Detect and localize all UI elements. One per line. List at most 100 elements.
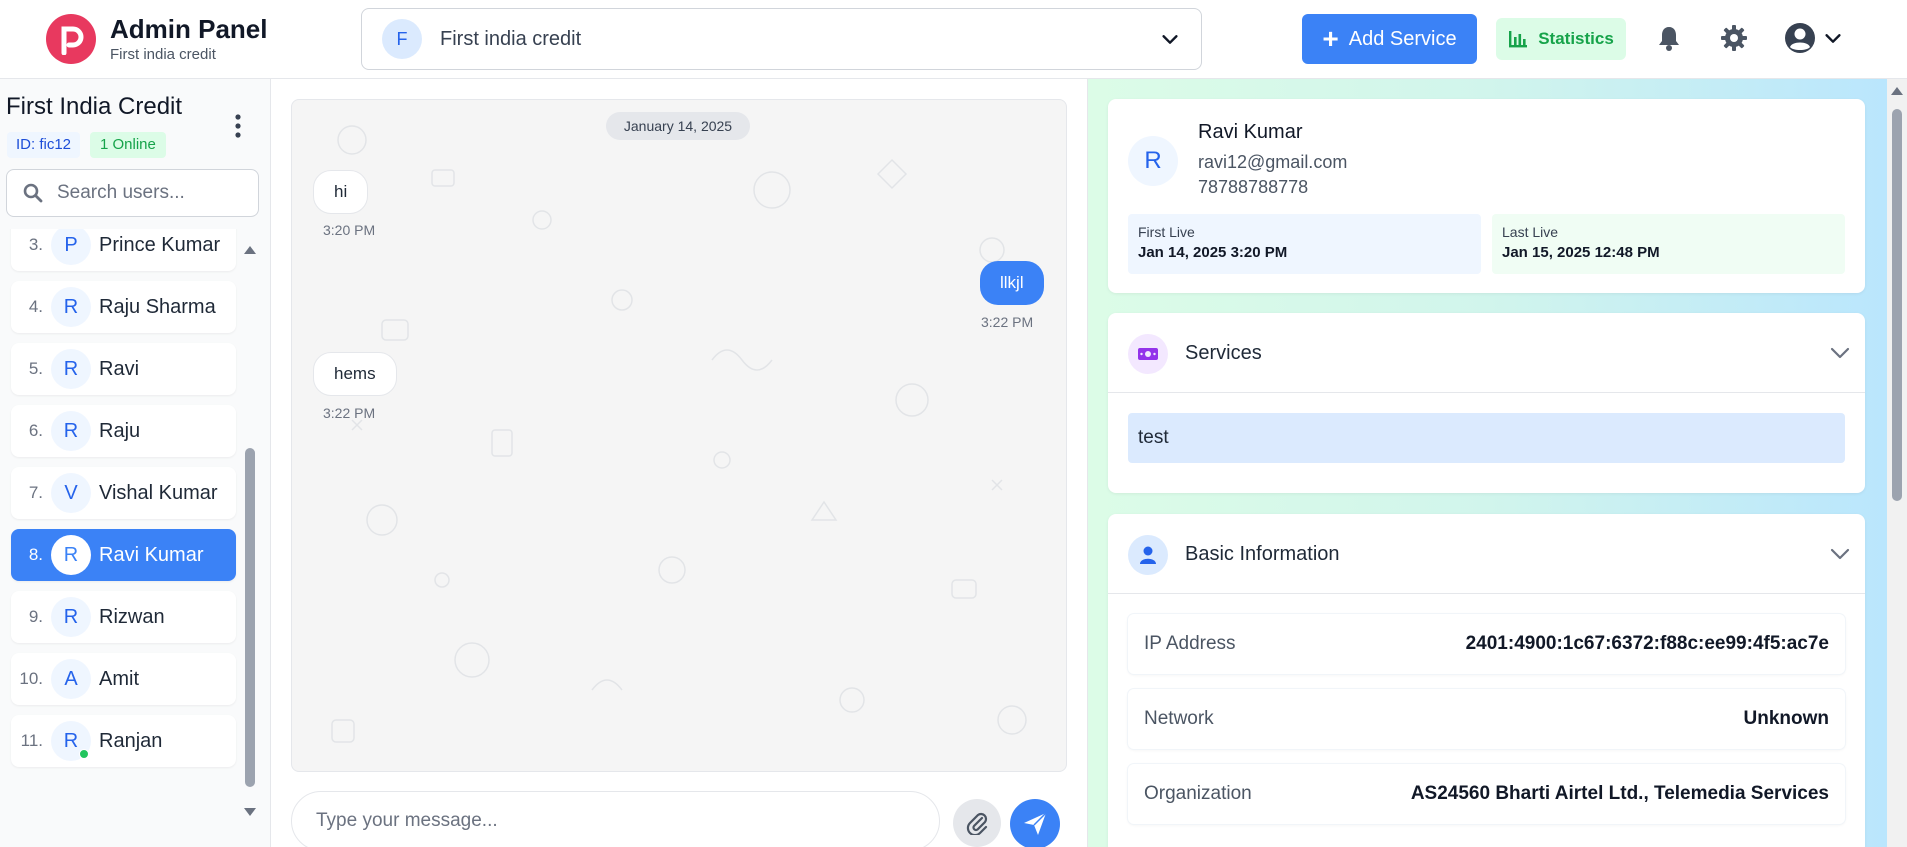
online-count-badge: 1 Online xyxy=(90,132,166,158)
chat-panel: January 14, 2025 hi 3:20 PM llkjl 3:22 P… xyxy=(272,79,1086,847)
scrollbar-thumb[interactable] xyxy=(245,448,255,787)
send-icon xyxy=(1024,812,1047,835)
user-number: 9. xyxy=(28,607,43,626)
send-button[interactable] xyxy=(1010,799,1060,847)
message-composer xyxy=(291,791,1067,847)
chat-messages-area: January 14, 2025 hi 3:20 PM llkjl 3:22 P… xyxy=(291,99,1067,772)
user-name: Raju Sharma xyxy=(99,295,216,318)
info-label: Network xyxy=(1144,708,1214,729)
online-status-dot xyxy=(79,749,89,759)
info-value: 2401:4900:1c67:6372:f88c:ee99:4f5:ac7e xyxy=(1465,633,1829,654)
scroll-down-arrow-icon[interactable] xyxy=(244,808,256,816)
company-id-badge: ID: fic12 xyxy=(7,132,81,158)
user-circle-icon xyxy=(1785,23,1815,53)
add-service-button[interactable]: + Add Service xyxy=(1302,14,1477,64)
user-avatar: R xyxy=(51,535,91,575)
services-section: Services test xyxy=(1108,313,1865,493)
user-number: 5. xyxy=(28,359,43,378)
user-icon xyxy=(1128,535,1168,575)
search-icon xyxy=(23,183,43,203)
user-list-item[interactable]: 4. R Raju Sharma xyxy=(11,281,236,333)
top-header: Admin Panel First india credit F First i… xyxy=(0,0,1907,79)
user-number: 7. xyxy=(28,483,43,502)
user-avatar-letter: R xyxy=(63,729,79,752)
info-row-organization: Organization AS24560 Bharti Airtel Ltd.,… xyxy=(1128,764,1845,824)
service-item[interactable]: test xyxy=(1128,413,1845,463)
company-select[interactable]: F First india credit xyxy=(361,8,1202,70)
user-number: 6. xyxy=(28,421,43,440)
user-avatar: R xyxy=(51,411,91,451)
user-list-item[interactable]: 11. R Ranjan xyxy=(11,715,236,767)
services-header[interactable]: Services xyxy=(1108,313,1865,393)
info-label: Organization xyxy=(1144,783,1252,804)
scrollbar-thumb[interactable] xyxy=(1892,109,1902,501)
user-profile-card: R Ravi Kumar ravi12@gmail.com 7878878877… xyxy=(1108,99,1865,293)
message-bubble-incoming: hems xyxy=(313,352,397,396)
user-search[interactable] xyxy=(6,169,259,217)
user-avatar: R xyxy=(1128,136,1178,186)
info-row-network: Network Unknown xyxy=(1128,689,1845,749)
user-name: Vishal Kumar xyxy=(99,481,218,504)
user-avatar: R xyxy=(51,721,91,761)
gear-icon[interactable] xyxy=(1720,24,1748,52)
message-time: 3:22 PM xyxy=(323,405,376,421)
basic-information-title: Basic Information xyxy=(1185,543,1340,565)
users-sidebar: First India Credit ID: fic12 1 Online 3.… xyxy=(0,79,271,847)
message-bubble-incoming: hi xyxy=(313,170,369,214)
app-subtitle: First india credit xyxy=(110,46,216,63)
date-separator: January 14, 2025 xyxy=(606,112,750,140)
info-row-ip-address: IP Address 2401:4900:1c67:6372:f88c:ee99… xyxy=(1128,614,1845,674)
user-name: Ravi xyxy=(99,357,140,380)
details-scrollbar[interactable] xyxy=(1887,79,1907,847)
scroll-up-arrow-icon[interactable] xyxy=(1891,87,1903,95)
user-avatar: A xyxy=(51,659,91,699)
basic-information-header[interactable]: Basic Information xyxy=(1108,514,1865,594)
user-name: Ranjan xyxy=(99,729,163,752)
first-live-label: First Live xyxy=(1138,224,1195,240)
statistics-label: Statistics xyxy=(1538,29,1614,48)
user-number: 8. xyxy=(28,545,43,564)
message-time: 3:20 PM xyxy=(323,222,376,238)
message-bubble-outgoing: llkjl xyxy=(980,261,1044,305)
money-icon xyxy=(1128,334,1168,374)
user-list-scrollbar[interactable] xyxy=(242,246,260,816)
chevron-down-icon[interactable] xyxy=(1830,547,1850,561)
user-email: ravi12@gmail.com xyxy=(1198,152,1348,172)
message-input[interactable] xyxy=(291,791,940,847)
user-list-item[interactable]: 6. R Raju xyxy=(11,405,236,457)
last-live-label: Last Live xyxy=(1502,224,1559,240)
chat-background-pattern xyxy=(331,125,1027,743)
first-live-value: Jan 14, 2025 3:20 PM xyxy=(1138,244,1288,261)
bell-icon[interactable] xyxy=(1655,24,1683,52)
scroll-up-arrow-icon[interactable] xyxy=(244,246,256,254)
user-list-item[interactable]: 7. V Vishal Kumar xyxy=(11,467,236,519)
user-list-item[interactable]: 3. P Prince Kumar xyxy=(11,229,236,271)
brand[interactable]: Admin Panel First india credit xyxy=(46,14,267,64)
user-details-panel: R Ravi Kumar ravi12@gmail.com 7878878877… xyxy=(1087,79,1887,847)
profile-menu[interactable] xyxy=(1784,22,1844,54)
user-name: Amit xyxy=(99,667,139,690)
attach-button[interactable] xyxy=(953,799,1001,847)
user-list-item[interactable]: 9. R Rizwan xyxy=(11,591,236,643)
statistics-button[interactable]: Statistics xyxy=(1496,18,1626,60)
user-avatar: R xyxy=(51,349,91,389)
app-title: Admin Panel xyxy=(110,14,268,44)
search-input[interactable] xyxy=(57,182,237,204)
user-list: 3. P Prince Kumar 4. R Raju Sharma 5. R … xyxy=(0,229,240,847)
user-number: 10. xyxy=(19,669,43,688)
user-name: Prince Kumar xyxy=(99,233,221,256)
user-name: Ravi Kumar xyxy=(1198,121,1303,143)
user-avatar: R xyxy=(51,597,91,637)
chevron-down-icon[interactable] xyxy=(1830,346,1850,360)
add-service-label: Add Service xyxy=(1348,27,1457,50)
bar-chart-icon xyxy=(1509,31,1528,48)
info-label: IP Address xyxy=(1144,633,1236,654)
company-title: First India Credit xyxy=(6,93,183,120)
user-list-item-selected[interactable]: 8. R Ravi Kumar xyxy=(11,529,236,581)
company-avatar: F xyxy=(382,19,422,59)
user-list-item[interactable]: 5. R Ravi xyxy=(11,343,236,395)
info-value: AS24560 Bharti Airtel Ltd., Telemedia Se… xyxy=(1410,783,1829,804)
user-list-item[interactable]: 10. A Amit xyxy=(11,653,236,705)
user-number: 11. xyxy=(20,731,43,750)
more-vertical-icon[interactable] xyxy=(233,113,243,139)
